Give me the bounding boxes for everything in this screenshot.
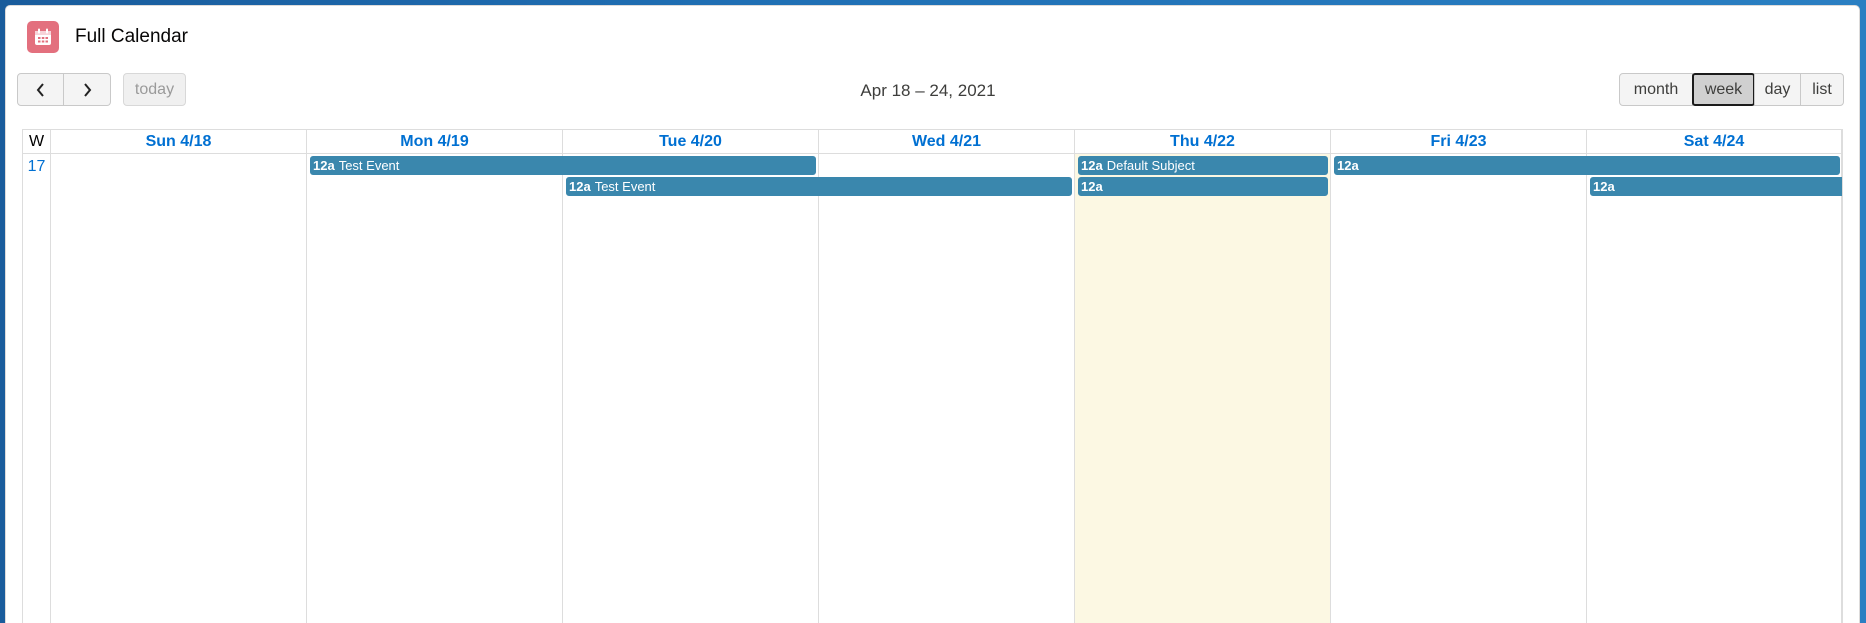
calendar-event[interactable]: 12a Default Subject [1078,156,1328,175]
day-header-3[interactable]: Wed 4/21 [819,130,1075,154]
event-time: 12a [1081,158,1103,173]
day-column[interactable] [563,154,819,623]
page-title: Full Calendar [75,26,188,47]
calendar-event[interactable]: 12a Test Event [566,177,1072,196]
event-time: 12a [1337,158,1359,173]
day-header-row: W Sun 4/18 Mon 4/19 Tue 4/20 Wed 4/21 Thu 4/… [23,130,1842,154]
day-header-4[interactable]: Thu 4/22 [1075,130,1331,154]
calendar-event[interactable]: 12a [1590,177,1842,196]
day-column[interactable] [1331,154,1587,623]
calendar-event[interactable]: 12a [1078,177,1328,196]
date-range-title: Apr 18 – 24, 2021 [860,81,996,100]
day-header-1[interactable]: Mon 4/19 [307,130,563,154]
event-title: Test Event [338,158,400,173]
view-month-button[interactable]: month [1619,73,1693,106]
day-header-6[interactable]: Sat 4/24 [1587,130,1842,154]
day-column[interactable] [307,154,563,623]
view-list-button[interactable]: list [1800,73,1844,106]
day-column[interactable] [1587,154,1842,623]
calendar-event[interactable]: 12a Test Event [310,156,816,175]
day-column[interactable] [819,154,1075,623]
calendar-event[interactable]: 12a [1334,156,1840,175]
calendar-icon [27,21,59,53]
day-column[interactable] [51,154,307,623]
event-time: 12a [569,179,591,194]
view-week-button[interactable]: week [1692,73,1755,106]
week-grid: W Sun 4/18 Mon 4/19 Tue 4/20 Wed 4/21 Thu 4/… [22,129,1843,623]
day-column-today[interactable] [1075,154,1331,623]
day-header-5[interactable]: Fri 4/23 [1331,130,1587,154]
day-header-2[interactable]: Tue 4/20 [563,130,819,154]
view-switcher: month week day list [1619,73,1844,106]
view-day-button[interactable]: day [1754,73,1801,106]
event-time: 12a [313,158,335,173]
event-title: Test Event [594,179,656,194]
event-time: 12a [1593,179,1615,194]
day-header-0[interactable]: Sun 4/18 [51,130,307,154]
week-number[interactable]: 17 [23,154,51,623]
event-time: 12a [1081,179,1103,194]
week-column-header: W [23,130,51,154]
card-header: Full Calendar [27,21,188,53]
event-title: Default Subject [1106,158,1195,173]
